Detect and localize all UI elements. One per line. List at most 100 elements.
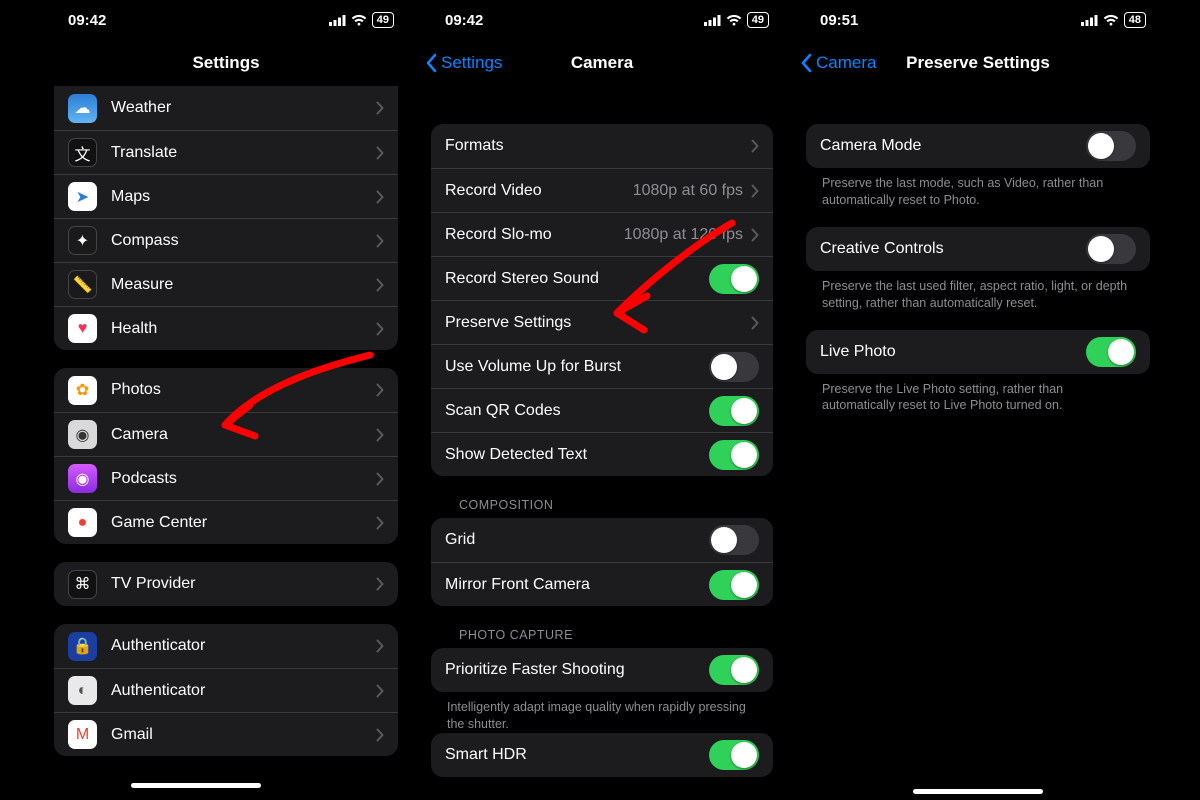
chevron-right-icon (751, 228, 759, 242)
section-footer: Preserve the last mode, such as Video, r… (806, 168, 1150, 209)
toggle-switch[interactable] (709, 396, 759, 426)
settings-row-mirror[interactable]: Mirror Front Camera (431, 562, 773, 606)
settings-row-faster[interactable]: Prioritize Faster Shooting (431, 648, 773, 692)
back-label: Settings (441, 53, 502, 73)
chevron-right-icon (376, 101, 384, 115)
chevron-right-icon (751, 139, 759, 153)
section-footer: Intelligently adapt image quality when r… (431, 692, 773, 733)
row-label: Prioritize Faster Shooting (445, 661, 709, 679)
settings-row-auth1[interactable]: 🔒Authenticator (54, 624, 398, 668)
status-icons: 48 (1081, 12, 1146, 28)
settings-row-formats[interactable]: Formats (431, 124, 773, 168)
settings-row-creative[interactable]: Creative Controls (806, 227, 1150, 271)
row-detail: 1080p at 60 fps (633, 182, 743, 200)
toggle-switch[interactable] (709, 570, 759, 600)
chevron-right-icon (376, 383, 384, 397)
settings-row-livephoto[interactable]: Live Photo (806, 330, 1150, 374)
section-footer: Preserve the Live Photo setting, rather … (806, 374, 1150, 415)
row-label: Mirror Front Camera (445, 576, 709, 594)
wifi-icon (351, 14, 367, 26)
chevron-right-icon (376, 684, 384, 698)
settings-group: Camera Mode (806, 124, 1150, 168)
settings-row-compass[interactable]: ✦Compass (54, 218, 398, 262)
toggle-switch[interactable] (1086, 234, 1136, 264)
tvprovider-icon: ⌘ (68, 570, 97, 599)
cellular-icon (704, 15, 721, 26)
settings-row-podcasts[interactable]: ◉Podcasts (54, 456, 398, 500)
screen-settings: 09:42 49 Settings ☁︎Weather文Translate➤Ma… (40, 0, 412, 800)
toggle-switch[interactable] (709, 352, 759, 382)
settings-row-volburst[interactable]: Use Volume Up for Burst (431, 344, 773, 388)
settings-list[interactable]: ☁︎Weather文Translate ➤ Maps ✦Compass📏Measure… (40, 86, 412, 756)
nav-bar: Settings Camera (417, 40, 787, 86)
settings-group: Live Photo (806, 330, 1150, 374)
toggle-switch[interactable] (709, 440, 759, 470)
toggle-switch[interactable] (1086, 131, 1136, 161)
health-icon: ♥ (68, 314, 97, 343)
section-footer: Preserve the last used filter, aspect ra… (806, 271, 1150, 312)
settings-row-detected[interactable]: Show Detected Text (431, 432, 773, 476)
toggle-switch[interactable] (1086, 337, 1136, 367)
settings-row-gamecenter[interactable]: ●Game Center (54, 500, 398, 544)
settings-row-auth2[interactable]: ◐ Authenticator (54, 668, 398, 712)
toggle-switch[interactable] (709, 264, 759, 294)
home-indicator[interactable] (913, 789, 1043, 794)
settings-row-maps[interactable]: ➤ Maps (54, 174, 398, 218)
settings-group: 🔒Authenticator ◐ Authenticator MGmail (54, 624, 398, 756)
settings-row-hdr[interactable]: Smart HDR (431, 733, 773, 777)
maps-icon: ➤ (68, 182, 97, 211)
chevron-right-icon (376, 516, 384, 530)
settings-row-camera[interactable]: ◉Camera (54, 412, 398, 456)
settings-row-measure[interactable]: 📏Measure (54, 262, 398, 306)
row-label: Photos (111, 381, 376, 399)
settings-row-gmail[interactable]: MGmail (54, 712, 398, 756)
chevron-right-icon (376, 234, 384, 248)
row-label: Maps (111, 188, 376, 206)
settings-row-health[interactable]: ♥Health (54, 306, 398, 350)
page-title: Settings (192, 53, 259, 73)
row-label: Creative Controls (820, 240, 1086, 258)
chevron-left-icon (425, 53, 437, 73)
wifi-icon (726, 14, 742, 26)
chevron-right-icon (751, 184, 759, 198)
row-label: Preserve Settings (445, 314, 751, 332)
settings-row-record-slomo[interactable]: Record Slo-mo1080p at 120 fps (431, 212, 773, 256)
home-indicator[interactable] (131, 783, 261, 788)
row-label: Live Photo (820, 343, 1086, 361)
row-label: TV Provider (111, 575, 376, 593)
toggle-switch[interactable] (709, 655, 759, 685)
settings-row-qr[interactable]: Scan QR Codes (431, 388, 773, 432)
settings-row-translate[interactable]: 文Translate (54, 130, 398, 174)
toggle-switch[interactable] (709, 525, 759, 555)
row-label: Translate (111, 144, 376, 162)
screen-camera: 09:42 49 Settings Camera FormatsRecord V… (417, 0, 787, 800)
toggle-switch[interactable] (709, 740, 759, 770)
row-label: Use Volume Up for Burst (445, 358, 709, 376)
gamecenter-icon: ● (68, 508, 97, 537)
back-button[interactable]: Camera (800, 40, 876, 86)
settings-row-preserve[interactable]: Preserve Settings (431, 300, 773, 344)
settings-group: ✿Photos◉Camera◉Podcasts●Game Center (54, 368, 398, 544)
settings-group: Smart HDR (431, 733, 773, 777)
chevron-right-icon (376, 190, 384, 204)
camera-settings-list[interactable]: FormatsRecord Video1080p at 60 fpsRecord… (417, 86, 787, 777)
chevron-right-icon (376, 728, 384, 742)
settings-row-record-video[interactable]: Record Video1080p at 60 fps (431, 168, 773, 212)
row-label: Record Stereo Sound (445, 270, 709, 288)
settings-row-camera-mode[interactable]: Camera Mode (806, 124, 1150, 168)
measure-icon: 📏 (68, 270, 97, 299)
settings-row-grid[interactable]: Grid (431, 518, 773, 562)
status-icons: 49 (704, 12, 769, 28)
settings-group: FormatsRecord Video1080p at 60 fpsRecord… (431, 124, 773, 476)
auth2-icon: ◐ (68, 676, 97, 705)
row-label: Camera (111, 426, 376, 444)
status-icons: 49 (329, 12, 394, 28)
preserve-settings-list[interactable]: Camera ModePreserve the last mode, such … (792, 86, 1164, 414)
settings-row-stereo[interactable]: Record Stereo Sound (431, 256, 773, 300)
section-header: COMPOSITION (431, 476, 773, 518)
settings-row-photos[interactable]: ✿Photos (54, 368, 398, 412)
row-label: Authenticator (111, 682, 376, 700)
settings-row-weather[interactable]: ☁︎Weather (54, 86, 398, 130)
settings-row-tvprovider[interactable]: ⌘ TV Provider (54, 562, 398, 606)
back-button[interactable]: Settings (425, 40, 502, 86)
